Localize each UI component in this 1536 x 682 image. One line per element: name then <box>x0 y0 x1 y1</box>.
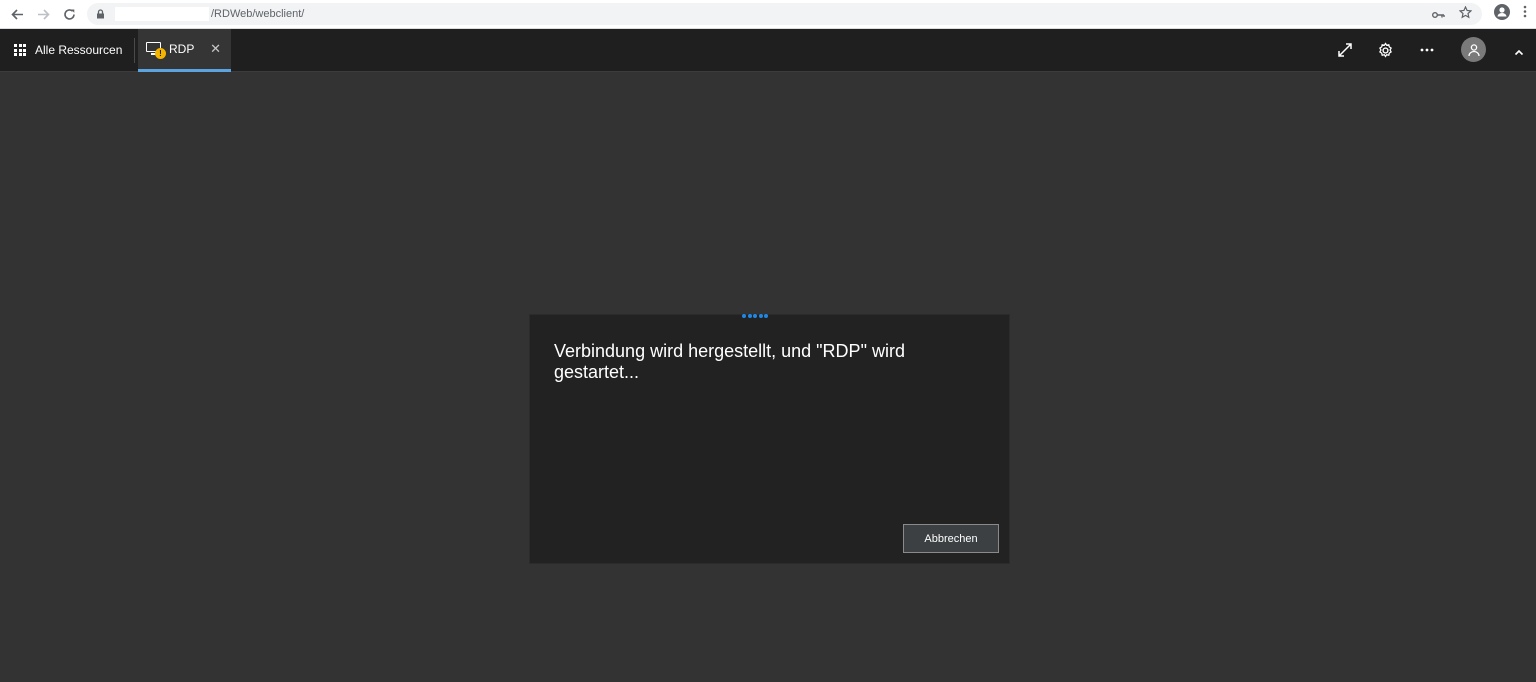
tab-rdp[interactable]: ! RDP ✕ <box>138 29 231 72</box>
reload-button[interactable] <box>56 1 82 27</box>
expand-button[interactable] <box>1334 39 1356 61</box>
address-bar[interactable]: /RDWeb/webclient/ <box>87 3 1482 25</box>
loading-dot <box>742 314 746 318</box>
user-avatar-icon <box>1467 43 1480 56</box>
rdweb-app-bar: Alle Ressourcen ! RDP ✕ <box>0 29 1536 72</box>
lock-icon <box>95 9 105 19</box>
gear-icon <box>1378 41 1392 58</box>
forward-button[interactable] <box>30 1 56 27</box>
user-avatar-button[interactable] <box>1461 37 1486 62</box>
star-icon[interactable] <box>1458 5 1473 22</box>
expand-icon <box>1338 43 1352 57</box>
more-button[interactable] <box>1416 39 1438 61</box>
kebab-icon[interactable] <box>1520 5 1530 20</box>
reload-icon <box>63 8 75 20</box>
url-path: /RDWeb/webclient/ <box>211 8 305 20</box>
tab-label: RDP <box>169 42 195 56</box>
profile-icon[interactable] <box>1494 4 1510 20</box>
loading-dot <box>753 314 757 318</box>
all-resources-label: Alle Ressourcen <box>35 43 123 57</box>
back-button[interactable] <box>4 1 30 27</box>
arrow-right-icon <box>37 8 50 20</box>
chevron-up-icon <box>1514 49 1524 55</box>
url-host-redacted <box>115 7 209 21</box>
warning-badge: ! <box>155 48 166 59</box>
dialog-message: Verbindung wird hergestellt, und "RDP" w… <box>554 341 905 382</box>
loading-dot <box>764 314 768 318</box>
collapse-button[interactable] <box>1512 45 1526 59</box>
divider <box>134 38 135 63</box>
browser-toolbar: /RDWeb/webclient/ <box>0 0 1536 29</box>
more-icon <box>1420 48 1434 52</box>
settings-button[interactable] <box>1374 39 1396 61</box>
loading-indicator <box>742 314 768 318</box>
loading-dot <box>747 314 752 318</box>
loading-dot <box>758 314 763 318</box>
connecting-dialog: Verbindung wird hergestellt, und "RDP" w… <box>529 314 1010 564</box>
arrow-left-icon <box>10 8 23 20</box>
app-grid-icon <box>14 44 26 56</box>
close-icon[interactable]: ✕ <box>210 41 221 57</box>
omnibox-actions <box>1432 5 1473 22</box>
key-icon[interactable] <box>1432 7 1445 22</box>
chrome-menu-area <box>1494 4 1530 20</box>
all-resources-button[interactable]: Alle Ressourcen <box>8 29 128 71</box>
cancel-button[interactable]: Abbrechen <box>903 524 999 553</box>
monitor-icon: ! <box>146 41 166 59</box>
